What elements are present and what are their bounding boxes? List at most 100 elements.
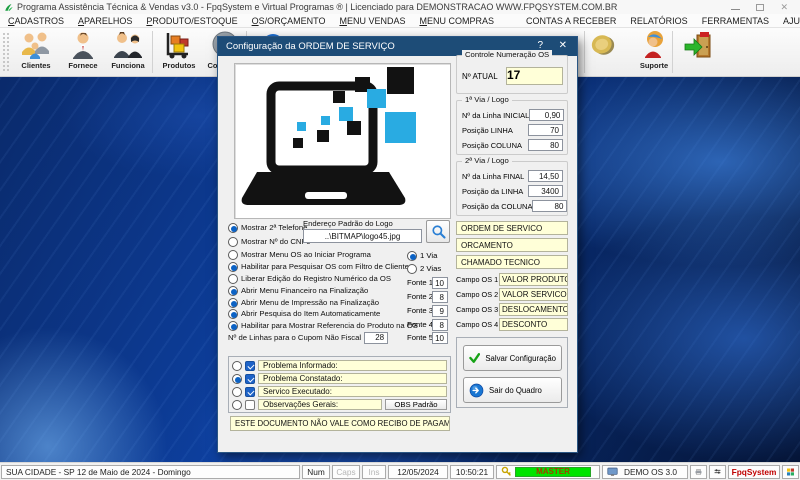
fonte-4-field[interactable]: 8 bbox=[432, 319, 448, 331]
menu-contas-receber[interactable]: CONTAS A RECEBER bbox=[526, 16, 616, 26]
toolbar-suporte-button[interactable]: Suporte bbox=[631, 30, 677, 75]
via-option[interactable]: 2 Vias bbox=[407, 263, 441, 274]
campo-2-field[interactable]: VALOR SERVICOS bbox=[499, 288, 568, 301]
checkbox-icon[interactable] bbox=[245, 361, 255, 371]
via2-coluna-field[interactable]: 80 bbox=[532, 200, 567, 212]
option-row[interactable]: Abrir Menu de Impressão na Finalização bbox=[228, 297, 379, 308]
section-field[interactable]: Problema Constatado: bbox=[258, 373, 447, 384]
campo-3-field[interactable]: DESLOCAMENTO bbox=[499, 303, 568, 316]
toolbar-clientes-button[interactable]: Clientes bbox=[13, 30, 59, 75]
toolbar-fornece-button[interactable]: Fornece bbox=[60, 30, 106, 75]
radio-icon[interactable] bbox=[228, 286, 238, 296]
menu-ajuda[interactable]: AJUDA bbox=[783, 16, 800, 26]
checkbox-icon[interactable] bbox=[245, 387, 255, 397]
via2-row: Posição da LINHA 3400 bbox=[462, 185, 563, 197]
statusbar: SUA CIDADE - SP 12 de Maio de 2024 - Dom… bbox=[0, 462, 800, 480]
fonte-3-field[interactable]: 9 bbox=[432, 305, 448, 317]
option-row[interactable]: Habilitar para Mostrar Referencia do Pro… bbox=[228, 320, 418, 331]
checkbox-icon[interactable] bbox=[245, 400, 255, 410]
fonte-2-field[interactable]: 8 bbox=[432, 291, 448, 303]
statusbar-time: 10:50:21 bbox=[450, 465, 494, 479]
section-field[interactable]: Problema Informado: bbox=[258, 360, 447, 371]
section-field[interactable]: Servico Executado: bbox=[258, 386, 447, 397]
menu-os-orcamento[interactable]: OS/ORÇAMENTO bbox=[252, 16, 326, 26]
radio-icon[interactable] bbox=[232, 400, 242, 410]
menu-aparelhos[interactable]: APARELHOS bbox=[78, 16, 132, 26]
radio-icon[interactable] bbox=[228, 223, 238, 233]
radio-icon[interactable] bbox=[407, 264, 417, 274]
campo-4-field[interactable]: DESCONTO bbox=[499, 318, 568, 331]
app-logo-icon bbox=[4, 2, 14, 12]
logo-path-field[interactable]: ..\BITMAP\logo45.jpg bbox=[303, 229, 422, 243]
dialog-close-icon[interactable]: ✕ bbox=[559, 40, 567, 51]
save-config-button[interactable]: Salvar Configuração bbox=[463, 345, 562, 371]
radio-icon[interactable] bbox=[228, 250, 238, 260]
statusbar-caps: Caps bbox=[332, 465, 360, 479]
radio-icon[interactable] bbox=[228, 309, 238, 319]
maximize-icon[interactable] bbox=[756, 4, 764, 11]
menu-produto-estoque[interactable]: PRODUTO/ESTOQUE bbox=[146, 16, 237, 26]
checkbox-icon[interactable] bbox=[245, 374, 255, 384]
statusbar-user: MASTER bbox=[515, 467, 591, 477]
statusbar-settings-panel[interactable] bbox=[709, 465, 726, 479]
linhas-cupom-field[interactable]: 28 bbox=[364, 332, 388, 344]
via1-linha-field[interactable]: 70 bbox=[528, 124, 563, 136]
menu-compras[interactable]: MENU COMPRAS bbox=[419, 16, 494, 26]
radio-icon[interactable] bbox=[228, 321, 238, 331]
option-row[interactable]: Mostrar Menu OS ao Iniciar Programa bbox=[228, 249, 371, 260]
radio-icon[interactable] bbox=[228, 274, 238, 284]
campo-label: Campo OS 3 bbox=[456, 305, 499, 314]
statusbar-date: 12/05/2024 bbox=[388, 465, 448, 479]
toolbar-funciona-button[interactable]: Funciona bbox=[105, 30, 151, 75]
logo-path-label: Endereço Padrão do Logo bbox=[303, 219, 393, 228]
option-row[interactable]: Mostrar Nº do CNPJ bbox=[228, 236, 310, 247]
radio-icon[interactable] bbox=[228, 237, 238, 247]
option-row[interactable]: Liberar Edição do Registro Numérico da O… bbox=[228, 273, 391, 284]
via2-group: 2ª Via / Logo Nº da Linha FINAL 14,50 Po… bbox=[456, 161, 568, 216]
via1-row: Posição LINHA 70 bbox=[462, 124, 563, 136]
sliders-icon bbox=[714, 467, 721, 476]
radio-icon[interactable] bbox=[232, 374, 242, 384]
radio-icon[interactable] bbox=[232, 361, 242, 371]
window-titlebar: Programa Assistência Técnica & Vendas v3… bbox=[0, 0, 800, 14]
via2-linha-field[interactable]: 3400 bbox=[528, 185, 563, 197]
fonte-label: Fonte 5 bbox=[407, 332, 433, 343]
campo-1-field[interactable]: VALOR PRODUTOS bbox=[499, 273, 568, 286]
radio-icon[interactable] bbox=[407, 251, 417, 261]
doc-title-orcamento[interactable]: ORCAMENTO bbox=[456, 238, 568, 252]
option-row[interactable]: Habilitar para Pesquisar OS com Filtro d… bbox=[228, 261, 413, 272]
toolbar-caixa-button[interactable] bbox=[580, 30, 626, 75]
option-row[interactable]: Abrir Pesquisa do Item Automaticamente bbox=[228, 308, 380, 319]
via-option[interactable]: 1 Via bbox=[407, 250, 437, 261]
menu-vendas[interactable]: MENU VENDAS bbox=[339, 16, 405, 26]
fonte-5-field[interactable]: 10 bbox=[432, 332, 448, 344]
menu-relatorios[interactable]: RELATÓRIOS bbox=[630, 16, 687, 26]
menu-cadastros[interactable]: CADASTROS bbox=[8, 16, 64, 26]
via1-coluna-field[interactable]: 80 bbox=[528, 139, 563, 151]
via2-row: Posição da COLUNA 80 bbox=[462, 200, 563, 212]
toolbar-produtos-label: Produtos bbox=[163, 61, 196, 70]
section-field[interactable]: Observações Gerais: bbox=[258, 399, 382, 410]
via2-final-field[interactable]: 14,50 bbox=[528, 170, 563, 182]
option-row[interactable]: Abrir Menu Financeiro na Finalização bbox=[228, 285, 368, 296]
statusbar-print-panel[interactable] bbox=[690, 465, 707, 479]
minimize-icon[interactable] bbox=[731, 5, 740, 10]
close-icon[interactable]: ✕ bbox=[780, 3, 788, 12]
toolbar-separator bbox=[152, 31, 153, 73]
doc-title-os[interactable]: ORDEM DE SERVICO bbox=[456, 221, 568, 235]
fonte-1-field[interactable]: 10 bbox=[432, 277, 448, 289]
toolbar-produtos-button[interactable]: Produtos bbox=[156, 30, 202, 75]
menu-ferramentas[interactable]: FERRAMENTAS bbox=[702, 16, 769, 26]
toolbar-exit-button[interactable] bbox=[676, 30, 722, 75]
obs-padrao-button[interactable]: OBS Padrão bbox=[385, 399, 447, 410]
logo-search-button[interactable] bbox=[426, 220, 450, 243]
radio-icon[interactable] bbox=[232, 387, 242, 397]
exit-dialog-button[interactable]: Sair do Quadro bbox=[463, 377, 562, 403]
radio-icon[interactable] bbox=[228, 262, 238, 272]
atual-field[interactable]: 17 bbox=[506, 67, 563, 85]
option-label: Abrir Menu de Impressão na Finalização bbox=[241, 298, 379, 307]
radio-icon[interactable] bbox=[228, 298, 238, 308]
via1-inicial-field[interactable]: 0,90 bbox=[529, 109, 564, 121]
doc-title-chamado[interactable]: CHAMADO TECNICO bbox=[456, 255, 568, 269]
option-row[interactable]: Mostrar 2ª Telefone bbox=[228, 222, 307, 233]
